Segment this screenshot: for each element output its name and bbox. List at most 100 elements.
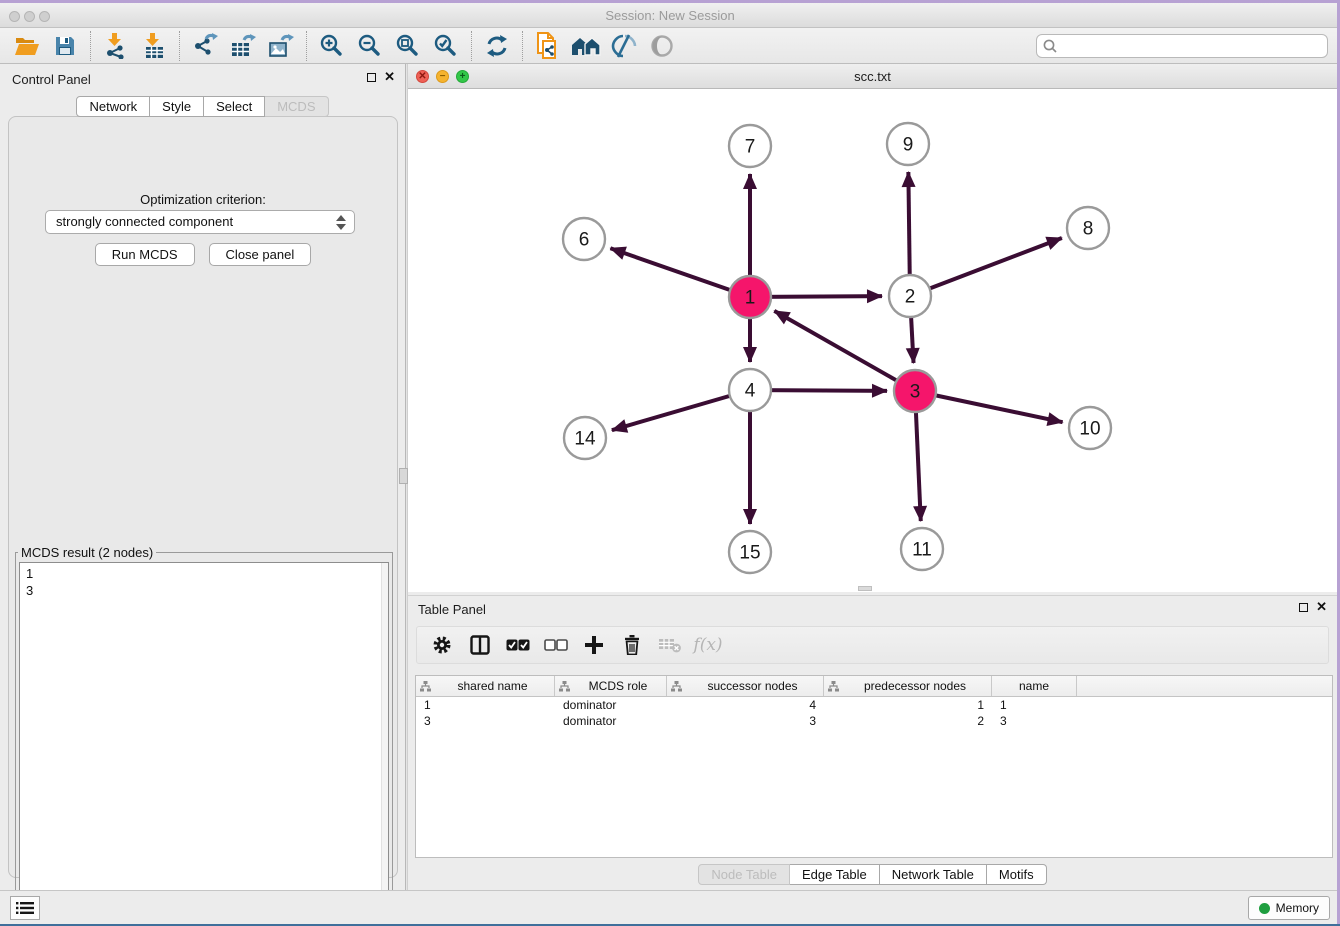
app-titlebar: Session: New Session [0, 3, 1340, 28]
toolbar-separator [179, 31, 180, 61]
home-icon[interactable] [567, 31, 605, 61]
control-panel-tabs: NetworkStyleSelectMCDS [0, 96, 405, 117]
graph-node-8[interactable]: 8 [1067, 207, 1109, 249]
split-columns-icon[interactable] [465, 630, 495, 660]
toolbar-separator [306, 31, 307, 61]
table-cell[interactable]: 4 [667, 697, 824, 713]
table-cell[interactable]: 3 [416, 713, 555, 729]
graph-node-14[interactable]: 14 [564, 417, 606, 459]
mcds-result-textarea[interactable]: 1 3 [19, 562, 389, 919]
svg-text:1: 1 [745, 288, 756, 309]
import-network-icon[interactable] [97, 31, 135, 61]
control-panel-title: Control Panel [12, 72, 91, 87]
deselect-all-icon[interactable] [541, 630, 571, 660]
memory-button[interactable]: Memory [1248, 896, 1330, 920]
select-all-icon[interactable] [503, 630, 533, 660]
edge-3-10[interactable] [915, 391, 1063, 422]
edge-3-1[interactable] [774, 311, 915, 391]
network-resize-grip[interactable] [858, 586, 872, 591]
tab-network[interactable]: Network [76, 96, 150, 117]
toggle-style-icon[interactable] [605, 31, 643, 61]
table-cell[interactable]: 2 [824, 713, 992, 729]
table-row[interactable]: 1dominator411 [416, 697, 1332, 713]
session-title: Session: New Session [0, 8, 1340, 23]
zoom-selected-icon[interactable] [427, 31, 465, 61]
tab-edge-table[interactable]: Edge Table [790, 864, 880, 885]
tab-mcds[interactable]: MCDS [265, 96, 328, 117]
apply-layout-icon[interactable] [478, 31, 516, 61]
graph-node-11[interactable]: 11 [901, 528, 943, 570]
graph-node-15[interactable]: 15 [729, 531, 771, 573]
graph-node-4[interactable]: 4 [729, 369, 771, 411]
node-table-rows: 1dominator4113dominator323 [416, 697, 1332, 729]
criterion-dropdown[interactable]: strongly connected component [45, 210, 355, 234]
table-cell[interactable]: 3 [667, 713, 824, 729]
zoom-fit-icon[interactable] [389, 31, 427, 61]
table-cell[interactable]: 3 [992, 713, 1077, 729]
result-scrollbar[interactable] [381, 563, 388, 918]
table-cell[interactable]: dominator [555, 697, 667, 713]
graph-node-7[interactable]: 7 [729, 125, 771, 167]
svg-text:6: 6 [579, 230, 590, 251]
column-header-successor-nodes[interactable]: successor nodes [667, 676, 824, 696]
column-header-name[interactable]: name [992, 676, 1077, 696]
mcds-result-group: MCDS result (2 nodes) 1 3 [15, 545, 393, 923]
mcds-result-title: MCDS result (2 nodes) [18, 545, 156, 560]
graph-node-2[interactable]: 2 [889, 275, 931, 317]
save-session-icon[interactable] [46, 31, 84, 61]
export-image-icon[interactable] [262, 31, 300, 61]
table-cell[interactable]: 1 [416, 697, 555, 713]
graph-node-1[interactable]: 1 [729, 276, 771, 318]
tab-motifs[interactable]: Motifs [987, 864, 1047, 885]
add-row-icon[interactable] [579, 630, 609, 660]
tab-select[interactable]: Select [204, 96, 265, 117]
zoom-in-icon[interactable] [313, 31, 351, 61]
clone-network-icon[interactable] [529, 31, 567, 61]
zoom-out-icon[interactable] [351, 31, 389, 61]
network-canvas[interactable]: 7 9 6 8 1 2 4 3 14 10 15 11 [408, 89, 1337, 592]
toolbar-separator [522, 31, 523, 61]
settings-icon[interactable] [427, 630, 457, 660]
task-history-button[interactable] [10, 896, 40, 920]
table-row[interactable]: 3dominator323 [416, 713, 1332, 729]
float-table-panel-icon[interactable] [1299, 603, 1308, 612]
run-mcds-button[interactable]: Run MCDS [95, 243, 195, 266]
import-table-icon[interactable] [135, 31, 173, 61]
node-table-header: shared nameMCDS rolesuccessor nodesprede… [416, 676, 1332, 697]
float-panel-icon[interactable] [367, 73, 376, 82]
toggle-preview-icon[interactable] [643, 31, 681, 61]
close-table-panel-icon[interactable]: ✕ [1316, 602, 1327, 612]
close-panel-icon[interactable]: ✕ [384, 72, 395, 82]
graph-node-10[interactable]: 10 [1069, 407, 1111, 449]
table-cell[interactable]: 1 [992, 697, 1077, 713]
tab-node-table[interactable]: Node Table [698, 864, 790, 885]
edge-2-8[interactable] [910, 238, 1062, 296]
column-header-MCDS-role[interactable]: MCDS role [555, 676, 667, 696]
list-icon [16, 901, 34, 915]
graph-node-6[interactable]: 6 [563, 218, 605, 260]
dropdown-stepper-icon [336, 214, 346, 231]
table-cell[interactable]: dominator [555, 713, 667, 729]
graph-node-3[interactable]: 3 [894, 370, 936, 412]
tab-style[interactable]: Style [150, 96, 204, 117]
delete-row-icon[interactable] [617, 630, 647, 660]
apply-function-icon[interactable]: f(x) [693, 630, 723, 660]
splitter-grip[interactable] [399, 468, 408, 484]
table-cell[interactable]: 1 [824, 697, 992, 713]
svg-text:11: 11 [912, 540, 932, 561]
control-panel: Control Panel ✕ NetworkStyleSelectMCDS O… [0, 64, 405, 890]
open-file-icon[interactable] [8, 31, 46, 61]
toolbar-separator [471, 31, 472, 61]
column-header-predecessor-nodes[interactable]: predecessor nodes [824, 676, 992, 696]
column-header-shared-name[interactable]: shared name [416, 676, 555, 696]
search-input[interactable] [1036, 34, 1328, 58]
close-panel-button[interactable]: Close panel [209, 243, 312, 266]
delete-table-icon[interactable] [655, 630, 685, 660]
export-table-icon[interactable] [224, 31, 262, 61]
export-network-icon[interactable] [186, 31, 224, 61]
control-panel-header: Control Panel ✕ [0, 64, 405, 94]
network-graph: 7 9 6 8 1 2 4 3 14 10 15 11 [408, 89, 1337, 592]
graph-node-9[interactable]: 9 [887, 123, 929, 165]
tab-network-table[interactable]: Network Table [880, 864, 987, 885]
memory-status-icon [1259, 903, 1270, 914]
